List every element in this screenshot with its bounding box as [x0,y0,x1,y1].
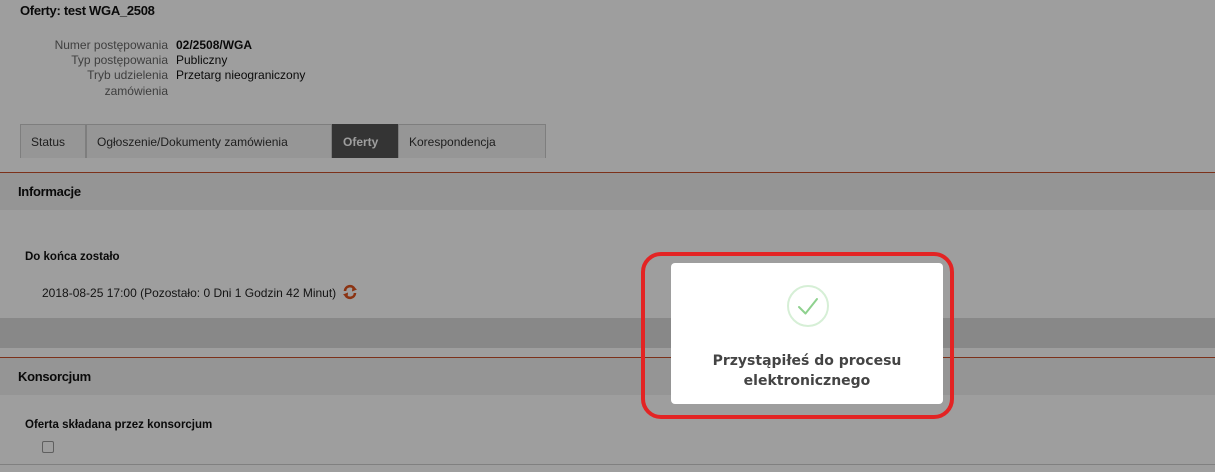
highlight-frame [641,252,954,419]
modal-overlay[interactable] [0,0,1215,472]
